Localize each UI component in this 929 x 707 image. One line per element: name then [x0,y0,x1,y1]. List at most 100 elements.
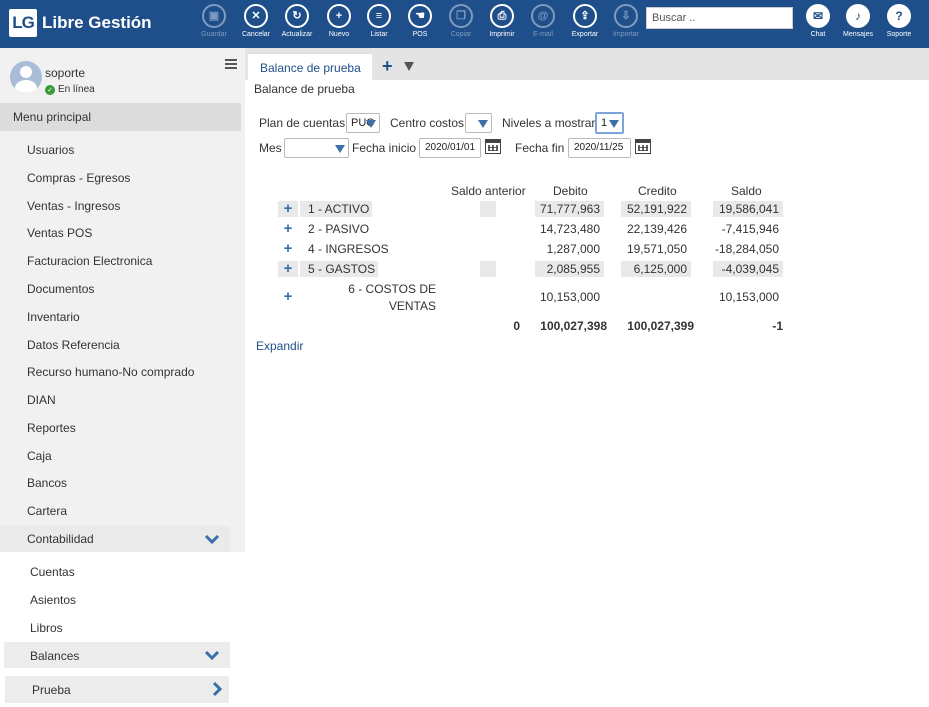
fecha-inicio-input[interactable]: 2020/01/01 [419,138,481,158]
sidebar-item-reportes[interactable]: Reportes [27,421,76,435]
cell-saldo: -7,415,946 [721,222,779,236]
support-label: Soporte [886,31,912,38]
cancel-icon: ✕ [244,4,268,28]
niveles-value: 1 [601,117,608,129]
cancel-button[interactable]: ✕ Cancelar [234,3,278,38]
sidebar-item-ventas[interactable]: Ventas - Ingresos [27,199,120,213]
sidebar-item-asientos[interactable]: Asientos [30,593,76,607]
plan-cuentas-select[interactable]: PUC [346,113,380,133]
online-check-icon: ✓ [45,84,55,95]
cell-credito: 22,139,426 [626,222,687,236]
cell-debito: 1,287,000 [546,242,600,256]
expand-row-icon[interactable]: + [278,221,298,237]
account-costos-line2[interactable]: VENTAS [300,298,436,314]
messages-button[interactable]: ♪ Mensajes [838,3,878,38]
save-button[interactable]: ▣ Guardar [192,3,236,38]
add-tab-icon[interactable]: + [382,56,393,77]
user-status: ✓ En línea [45,84,95,95]
cell-debito: 10,153,000 [539,290,600,304]
sidebar-item-ventas-pos[interactable]: Ventas POS [27,226,92,240]
cell-debito: 2,085,955 [535,261,604,277]
bell-icon: ♪ [846,4,870,28]
sidebar-item-compras[interactable]: Compras - Egresos [27,171,130,185]
print-button[interactable]: ⎙ Imprimir [480,3,524,38]
col-header-debito: Debito [553,184,588,198]
email-icon: @ [531,4,555,28]
chevron-down-icon [204,534,220,545]
avatar[interactable] [10,61,42,93]
account-pasivo[interactable]: 2 - PASIVO [300,221,380,237]
account-gastos[interactable]: 5 - GASTOS [300,261,378,277]
new-button[interactable]: + Nuevo [317,3,361,38]
cell-saldo: -4,039,045 [713,261,783,277]
cancel-label: Cancelar [241,31,270,38]
expand-row-icon[interactable]: + [278,201,298,217]
mes-select[interactable] [284,138,349,158]
support-button[interactable]: ? Soporte [879,3,919,38]
copy-icon: ❐ [449,4,473,28]
email-button[interactable]: @ E-mail [521,3,565,38]
pos-button[interactable]: ☚ POS [398,3,442,38]
breadcrumb: Balance de prueba [254,82,355,96]
fecha-fin-input[interactable]: 2020/11/25 [568,138,631,158]
app-logo[interactable]: LG Libre Gestión [9,9,152,37]
search-input[interactable] [646,7,793,29]
sidebar-item-libros[interactable]: Libros [30,621,63,635]
cell-credito: 6,125,000 [621,261,691,277]
centro-costos-select[interactable] [465,113,492,133]
tab-balance-de-prueba[interactable]: Balance de prueba [248,53,372,81]
chevron-right-icon [212,681,223,697]
sidebar-item-documentos[interactable]: Documentos [27,282,94,296]
user-name: soporte [45,66,86,80]
pos-label: POS [412,31,428,38]
dropdown-arrow-icon [478,120,488,128]
sidebar-item-contabilidad[interactable]: Contabilidad [0,526,230,552]
cell-saldo: 10,153,000 [718,290,779,304]
sidebar-item-prueba[interactable]: Prueba [5,676,229,703]
plus-icon: + [327,4,351,28]
calendar-icon[interactable] [485,139,501,154]
sidebar-item-bancos[interactable]: Bancos [27,476,67,490]
cell-saldo: 19,586,041 [713,201,783,217]
account-activo[interactable]: 1 - ACTIVO [300,201,372,217]
dropdown-arrow-icon [366,120,376,128]
sidebar-item-cartera[interactable]: Cartera [27,504,67,518]
dropdown-arrow-icon [335,145,345,153]
account-ingresos[interactable]: 4 - INGRESOS [300,241,400,257]
centro-costos-label: Centro costos [390,116,465,130]
sidebar-item-balances[interactable]: Balances [4,642,230,668]
sidebar-item-recurso-humano[interactable]: Recurso humano-No comprado [27,365,194,379]
col-header-saldo: Saldo [731,184,762,198]
refresh-icon: ↻ [285,4,309,28]
account-costos-line1[interactable]: 6 - COSTOS DE [300,281,436,297]
export-button[interactable]: ⇪ Exportar [563,3,607,38]
expand-row-icon[interactable]: + [278,289,298,305]
cell-saldo-anterior [480,261,496,277]
chat-button[interactable]: ✉ Chat [798,3,838,38]
copy-button[interactable]: ❐ Copiar [439,3,483,38]
expand-row-icon[interactable]: + [278,261,298,277]
calendar-icon[interactable] [635,139,651,154]
expand-row-icon[interactable]: + [278,241,298,257]
email-label: E-mail [533,31,553,38]
sidebar-item-dian[interactable]: DIAN [27,393,56,407]
niveles-select[interactable]: 1 [595,112,624,134]
sidebar-item-cuentas[interactable]: Cuentas [30,565,75,579]
print-icon: ⎙ [490,4,514,28]
tab-menu-caret-icon[interactable] [404,62,414,71]
total-credito: 100,027,399 [627,319,694,333]
import-button[interactable]: ⇩ Importar [604,3,648,38]
sidebar-item-datos-referencia[interactable]: Datos Referencia [27,338,120,352]
list-button[interactable]: ≡ Listar [357,3,401,38]
refresh-button[interactable]: ↻ Actualizar [275,3,319,38]
expand-link[interactable]: Expandir [256,339,303,353]
hamburger-menu-icon[interactable] [225,59,237,69]
sidebar-item-caja[interactable]: Caja [27,449,52,463]
refresh-label: Actualizar [281,31,313,38]
save-label: Guardar [201,31,227,38]
total-debito: 100,027,398 [540,319,607,333]
chat-icon: ✉ [806,4,830,28]
sidebar-item-usuarios[interactable]: Usuarios [27,143,74,157]
sidebar-item-facturacion[interactable]: Facturacion Electronica [27,254,152,268]
sidebar-item-inventario[interactable]: Inventario [27,310,80,324]
